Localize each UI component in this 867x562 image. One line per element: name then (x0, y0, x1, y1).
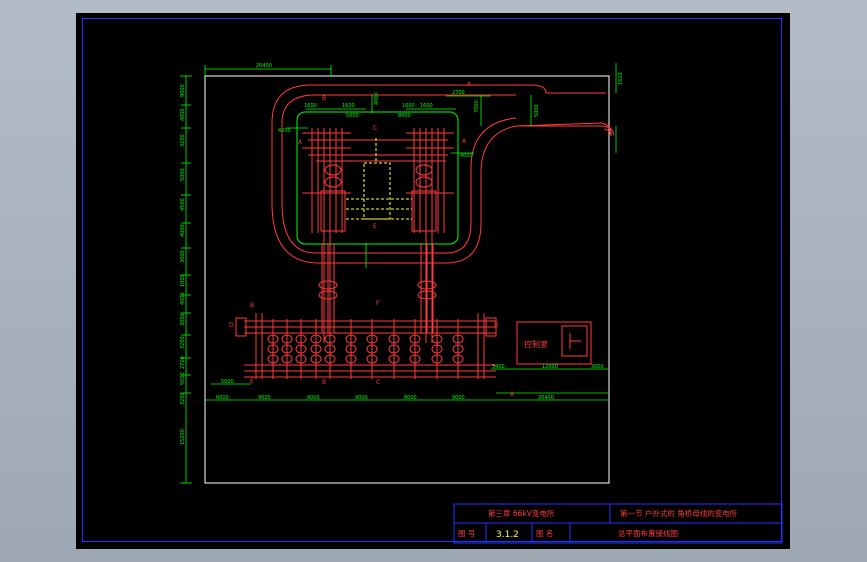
dim-right-a: 1600 (402, 103, 415, 109)
site-boundary (204, 75, 610, 484)
dim-left-a: 1600 (304, 103, 317, 109)
control-room-label: 控制室 (524, 339, 548, 349)
dim-seg3: 8000 (307, 395, 320, 401)
dim-right-a: 5400 (492, 364, 505, 370)
feeder-bay (281, 319, 293, 379)
feeder-bays (267, 319, 464, 379)
label-d-right: D (494, 322, 499, 329)
transformer-bay-left (302, 128, 351, 343)
label-a-left: A (298, 139, 303, 146)
dim-left-value: 15200 (180, 429, 186, 445)
dim-bay-right: 4000 (460, 153, 473, 159)
dim-right-b: 12000 (542, 364, 558, 370)
dim-left-c: 4000 (278, 128, 291, 134)
dim-seg6: 9000 (452, 395, 465, 401)
fig-name: 总平面布置接线图 (618, 528, 678, 538)
dim-right-c: 3000 (591, 364, 604, 370)
dashed-connection (346, 138, 412, 220)
dim-right-total: 20400 (538, 395, 554, 401)
label-e-bottom: E (250, 378, 254, 385)
feeder-bay (452, 319, 464, 379)
dim-left-value: 3000 (180, 250, 186, 263)
label-d-left: D (229, 322, 234, 329)
dim-left-small: 5000 (221, 379, 234, 385)
dim-seg5: 8000 (404, 395, 417, 401)
feeder-bay (345, 319, 357, 379)
label-c-bottom: C (376, 379, 380, 386)
dim-seg1: 6000 (216, 395, 229, 401)
dim-left-value: 3200 (180, 134, 186, 147)
dim-right-b: 1600 (420, 103, 433, 109)
dim-left-value: 3000 (180, 313, 186, 326)
label-e-top: E (373, 223, 377, 230)
busbar-section (235, 313, 497, 379)
label-b-bottom: B (322, 379, 326, 386)
dim-left-value: 4000 (180, 108, 186, 121)
label-b-bus-left: B (250, 302, 254, 309)
feeder-bay (267, 319, 279, 379)
fig-no: 3.1.2 (496, 530, 519, 540)
dim-left-value: 3200 (180, 392, 186, 405)
dim-seg2: 9000 (258, 395, 271, 401)
dim-left-value: 4000 (180, 292, 186, 305)
title-section: 第一节 户外式的 角桥母线的变电所 (620, 508, 738, 518)
dim-seg4: 9000 (355, 395, 368, 401)
dim-left-value: 4500 (180, 198, 186, 211)
dim-bay-left: 4000 (374, 92, 380, 105)
label-b-top: B (322, 95, 326, 102)
dim-right-mid: 8000 (398, 113, 411, 119)
cross-bus (308, 139, 448, 162)
dim-left-b: 1600 (342, 103, 355, 109)
dim-left-value: 1000 (180, 274, 186, 287)
dim-left-value: 5000 (180, 168, 186, 181)
dim-left-value: 3200 (180, 336, 186, 349)
feeder-bay (409, 319, 421, 379)
dim-left-value: 9000 (180, 84, 186, 97)
dim-far-right-v: 1610 (618, 72, 624, 85)
feeder-bay (295, 319, 307, 379)
cad-drawing: 控制室 20400 1600 1600 5000 4000 1600 1600 … (180, 63, 783, 544)
title-chapter: 第三章 66kV变电所 (488, 508, 555, 518)
dim-left-value: 4000 (180, 224, 186, 237)
fig-no-label: 图 号 (458, 529, 475, 538)
dim-left-value: 5000 (180, 372, 186, 385)
dim-road-right: 5000 (534, 104, 540, 117)
label-a-bottom: A (510, 391, 515, 398)
dim-left-value: 2700 (180, 356, 186, 369)
dim-gap-right: 2700 (452, 90, 465, 96)
feeder-bay (310, 319, 322, 379)
dim-overall-width: 20400 (256, 63, 272, 69)
dim-vert-right: 7000 (474, 100, 480, 113)
drawing-sheet: 控制室 20400 1600 1600 5000 4000 1600 1600 … (76, 13, 790, 549)
feeder-bay (366, 319, 378, 379)
dim-left-mid: 5000 (346, 113, 359, 119)
label-a-right: A (462, 138, 467, 145)
fig-name-label: 图 名 (536, 528, 553, 538)
label-c-top: C (373, 125, 377, 132)
transformer-bay-right (406, 128, 454, 343)
feeder-bay (388, 319, 400, 379)
left-dimensions: 9000 4000 3200 5000 4500 4000 3000 1000 4000 3000… (180, 84, 186, 445)
feeder-lines (318, 243, 437, 333)
label-f-bus: F (376, 300, 380, 307)
